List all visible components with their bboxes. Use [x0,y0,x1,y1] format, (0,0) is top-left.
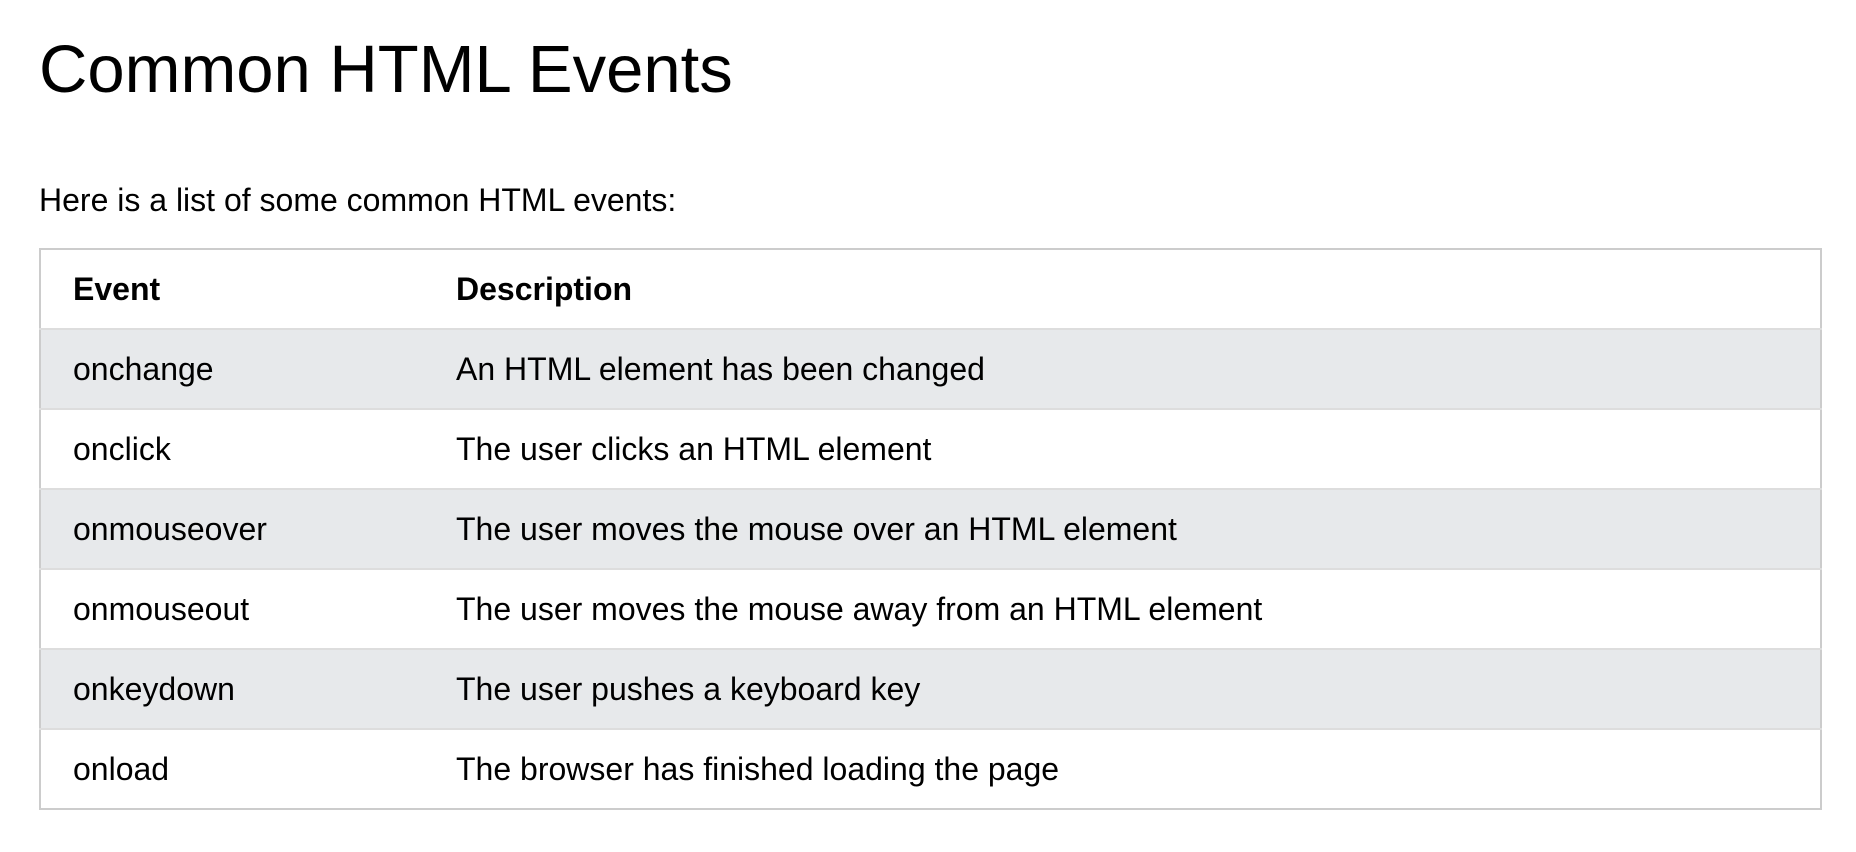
table-header-row: Event Description [40,249,1821,329]
event-description: The user pushes a keyboard key [424,648,1821,729]
event-name: onclick [40,408,424,489]
table-row: onmouseover The user moves the mouse ove… [40,488,1821,569]
event-description: The user clicks an HTML element [424,408,1821,489]
event-name: onmouseout [40,568,424,649]
table-row: onchange An HTML element has been change… [40,328,1821,409]
event-description: The user moves the mouse away from an HT… [424,568,1821,649]
page-content: Common HTML Events Here is a list of som… [0,0,1822,810]
event-description: An HTML element has been changed [424,328,1821,409]
event-name: onchange [40,328,424,409]
event-name: onkeydown [40,648,424,729]
table-row: onkeydown The user pushes a keyboard key [40,648,1821,729]
events-table: Event Description onchange An HTML eleme… [39,248,1822,810]
event-name: onmouseover [40,488,424,569]
event-name: onload [40,728,424,809]
page-title: Common HTML Events [39,32,733,107]
header-description: Description [456,270,633,307]
table-row: onclick The user clicks an HTML element [40,408,1821,489]
header-event: Event [73,270,161,307]
table-row: onload The browser has finished loading … [40,728,1821,809]
intro-text: Here is a list of some common HTML event… [39,182,677,218]
table-row: onmouseout The user moves the mouse away… [40,568,1821,649]
event-description: The browser has finished loading the pag… [424,728,1821,809]
event-description: The user moves the mouse over an HTML el… [424,488,1821,569]
